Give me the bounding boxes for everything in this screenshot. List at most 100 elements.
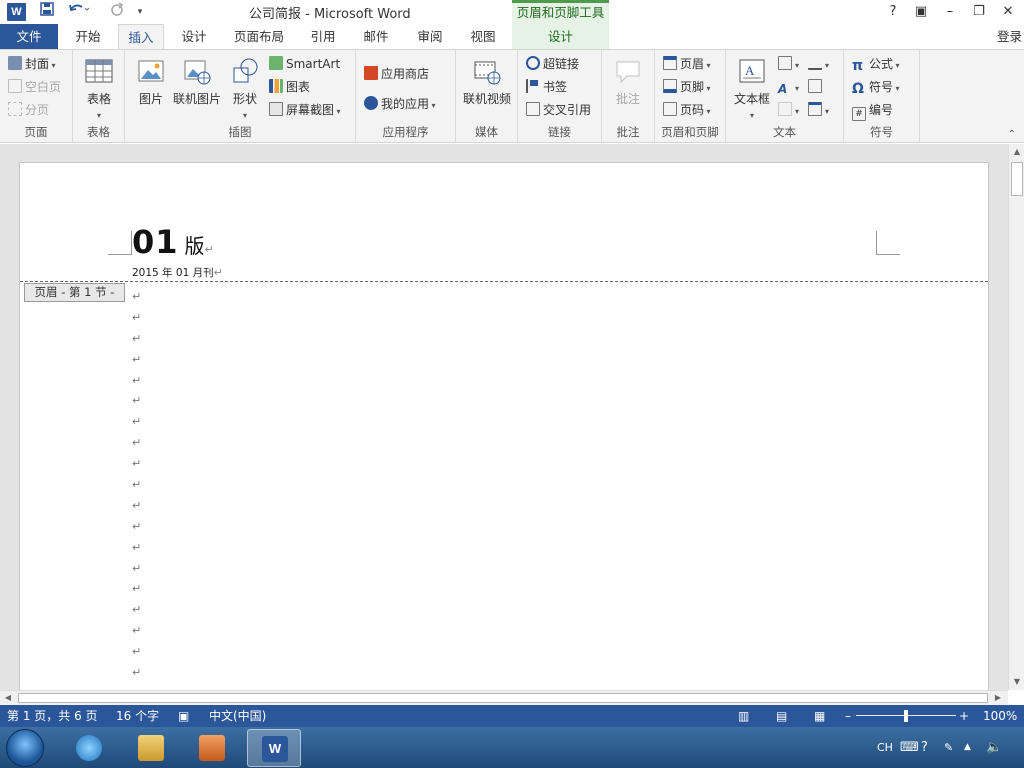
- bookmark-button[interactable]: 书签: [526, 77, 567, 97]
- sign-in-link[interactable]: 登录: [997, 24, 1022, 49]
- customize-qat-icon[interactable]: ▾: [134, 2, 146, 22]
- tab-mailings[interactable]: 邮件: [352, 24, 400, 49]
- taskbar-word[interactable]: W: [247, 729, 301, 767]
- chart-button[interactable]: 图表: [269, 77, 310, 97]
- online-video-button[interactable]: 联机视频: [460, 56, 514, 107]
- horizontal-scroll-thumb[interactable]: [18, 693, 988, 703]
- collapse-ribbon-icon[interactable]: ⌃: [1008, 129, 1016, 140]
- help-button[interactable]: ?: [880, 2, 906, 22]
- web-layout-icon[interactable]: ▦: [814, 705, 825, 727]
- scroll-right-icon[interactable]: ▶: [992, 692, 1004, 704]
- hyperlink-button[interactable]: 超链接: [526, 54, 579, 74]
- tab-home[interactable]: 开始: [64, 24, 112, 49]
- tab-design[interactable]: 设计: [170, 24, 218, 49]
- body-paragraph-marks[interactable]: ↵↵↵↵↵↵↵↵↵↵↵↵↵↵↵↵↵↵↵↵: [132, 287, 141, 690]
- quick-parts-button[interactable]: ▾: [778, 54, 799, 74]
- vertical-scroll-thumb[interactable]: [1011, 162, 1023, 196]
- taskbar-file-explorer[interactable]: [124, 729, 178, 767]
- cross-reference-button[interactable]: 交叉引用: [526, 100, 591, 120]
- pictures-button[interactable]: 图片: [133, 56, 169, 107]
- paragraph-mark: ↵: [132, 310, 142, 324]
- number-button[interactable]: # 编号: [852, 100, 893, 121]
- wordart-button[interactable]: A ▾: [778, 77, 799, 97]
- tab-insert[interactable]: 插入: [118, 24, 164, 50]
- proofing-icon[interactable]: ▣: [178, 705, 189, 727]
- text-box-icon: A: [739, 59, 765, 83]
- new-comment-button[interactable]: 批注: [610, 56, 646, 107]
- help-tray-icon[interactable]: ?: [921, 727, 928, 768]
- footer-button[interactable]: 页脚 ▾: [663, 77, 711, 97]
- drop-cap-button[interactable]: ▾: [778, 100, 799, 120]
- page-break-icon: [8, 102, 22, 116]
- table-button[interactable]: 表格 ▾: [81, 56, 117, 121]
- show-hidden-icons-icon[interactable]: ▲: [964, 727, 971, 768]
- zoom-slider-thumb[interactable]: [904, 710, 908, 722]
- group-label-header-footer: 页眉和页脚: [661, 125, 719, 139]
- read-mode-icon[interactable]: ▥: [738, 705, 749, 727]
- zoom-in-button[interactable]: +: [959, 705, 969, 727]
- vertical-scrollbar[interactable]: ▲ ▼: [1008, 144, 1024, 690]
- store-button[interactable]: 应用商店: [364, 64, 429, 84]
- ribbon-display-options-icon[interactable]: ▣: [908, 2, 934, 22]
- start-button[interactable]: [6, 729, 44, 767]
- text-box-button[interactable]: A 文本框 ▾: [730, 56, 774, 121]
- header-edition-label: 版: [184, 234, 205, 258]
- context-tab-group-title: 页眉和页脚工具: [512, 0, 609, 24]
- quick-parts-icon: [778, 56, 792, 70]
- restore-button[interactable]: ❐: [966, 2, 992, 22]
- input-options-icon[interactable]: ✎: [944, 727, 953, 768]
- smartart-button[interactable]: SmartArt: [269, 54, 340, 74]
- word-count-status[interactable]: 16 个字: [116, 705, 159, 727]
- zoom-level[interactable]: 100%: [983, 705, 1017, 727]
- online-video-icon: [474, 61, 501, 85]
- volume-icon[interactable]: 🔈: [986, 727, 1002, 768]
- scroll-up-icon[interactable]: ▲: [1011, 146, 1023, 158]
- scroll-left-icon[interactable]: ◀: [2, 692, 14, 704]
- keyboard-icon[interactable]: ⌨: [900, 727, 919, 768]
- page-number-button[interactable]: 页码 ▾: [663, 100, 711, 120]
- cover-page-button[interactable]: 封面 ▾: [8, 54, 56, 74]
- header-button[interactable]: 页眉 ▾: [663, 54, 711, 74]
- header-date[interactable]: 2015 年 01 月刊↵: [132, 265, 223, 280]
- taskbar-media-player[interactable]: [185, 729, 239, 767]
- page-break-button[interactable]: 分页: [8, 100, 49, 120]
- shapes-button[interactable]: 形状 ▾: [227, 56, 263, 121]
- scroll-down-icon[interactable]: ▼: [1011, 676, 1023, 688]
- symbol-button[interactable]: Ω 符号 ▾: [852, 77, 900, 97]
- tab-references[interactable]: 引用: [300, 24, 346, 49]
- header-edition-number: 01: [132, 223, 179, 261]
- tab-page-layout[interactable]: 页面布局: [224, 24, 294, 49]
- signature-line-button[interactable]: ▾: [808, 54, 829, 74]
- tab-review[interactable]: 审阅: [406, 24, 454, 49]
- zoom-out-button[interactable]: –: [845, 705, 851, 727]
- chart-icon: [269, 79, 283, 93]
- date-time-button[interactable]: [808, 77, 825, 97]
- taskbar-internet-explorer[interactable]: [62, 729, 116, 767]
- tab-view[interactable]: 视图: [460, 24, 506, 49]
- tab-header-footer-design[interactable]: 设计: [512, 24, 609, 49]
- document-area[interactable]: 01 版↵ 2015 年 01 月刊↵ 页眉 - 第 1 节 - ↵ ↵ ↵ ↵ ↵ ↵ ↵ ↵…: [0, 144, 1008, 690]
- my-apps-button[interactable]: 我的应用 ▾: [364, 94, 436, 114]
- equation-button[interactable]: π 公式 ▾: [852, 54, 900, 74]
- word-icon: W: [262, 736, 288, 762]
- horizontal-scrollbar[interactable]: ◀ ▶: [0, 690, 1008, 705]
- minimize-button[interactable]: –: [937, 2, 963, 22]
- redo-icon[interactable]: [106, 2, 128, 22]
- print-layout-icon[interactable]: ▤: [776, 705, 787, 727]
- online-pictures-button[interactable]: 联机图片: [171, 56, 223, 107]
- document-page[interactable]: 01 版↵ 2015 年 01 月刊↵ 页眉 - 第 1 节 - ↵ ↵ ↵ ↵ ↵ ↵ ↵ ↵…: [19, 162, 989, 690]
- tab-file[interactable]: 文件: [0, 24, 58, 49]
- input-language-indicator[interactable]: CH: [877, 727, 893, 768]
- group-links: 超链接 书签 交叉引用 链接: [518, 50, 602, 142]
- word-app-icon[interactable]: W: [7, 3, 26, 21]
- save-icon[interactable]: [36, 2, 58, 22]
- page-count-status[interactable]: 第 1 页，共 6 页: [7, 705, 98, 727]
- undo-icon[interactable]: [64, 2, 94, 22]
- object-button[interactable]: ▾: [808, 100, 829, 120]
- paragraph-mark: ↵: [132, 540, 142, 554]
- blank-page-button[interactable]: 空白页: [8, 77, 61, 97]
- screenshot-button[interactable]: 屏幕截图 ▾: [269, 100, 341, 120]
- header-title[interactable]: 01 版↵: [132, 223, 214, 261]
- close-button[interactable]: ✕: [995, 2, 1021, 22]
- language-status[interactable]: 中文(中国): [209, 705, 266, 727]
